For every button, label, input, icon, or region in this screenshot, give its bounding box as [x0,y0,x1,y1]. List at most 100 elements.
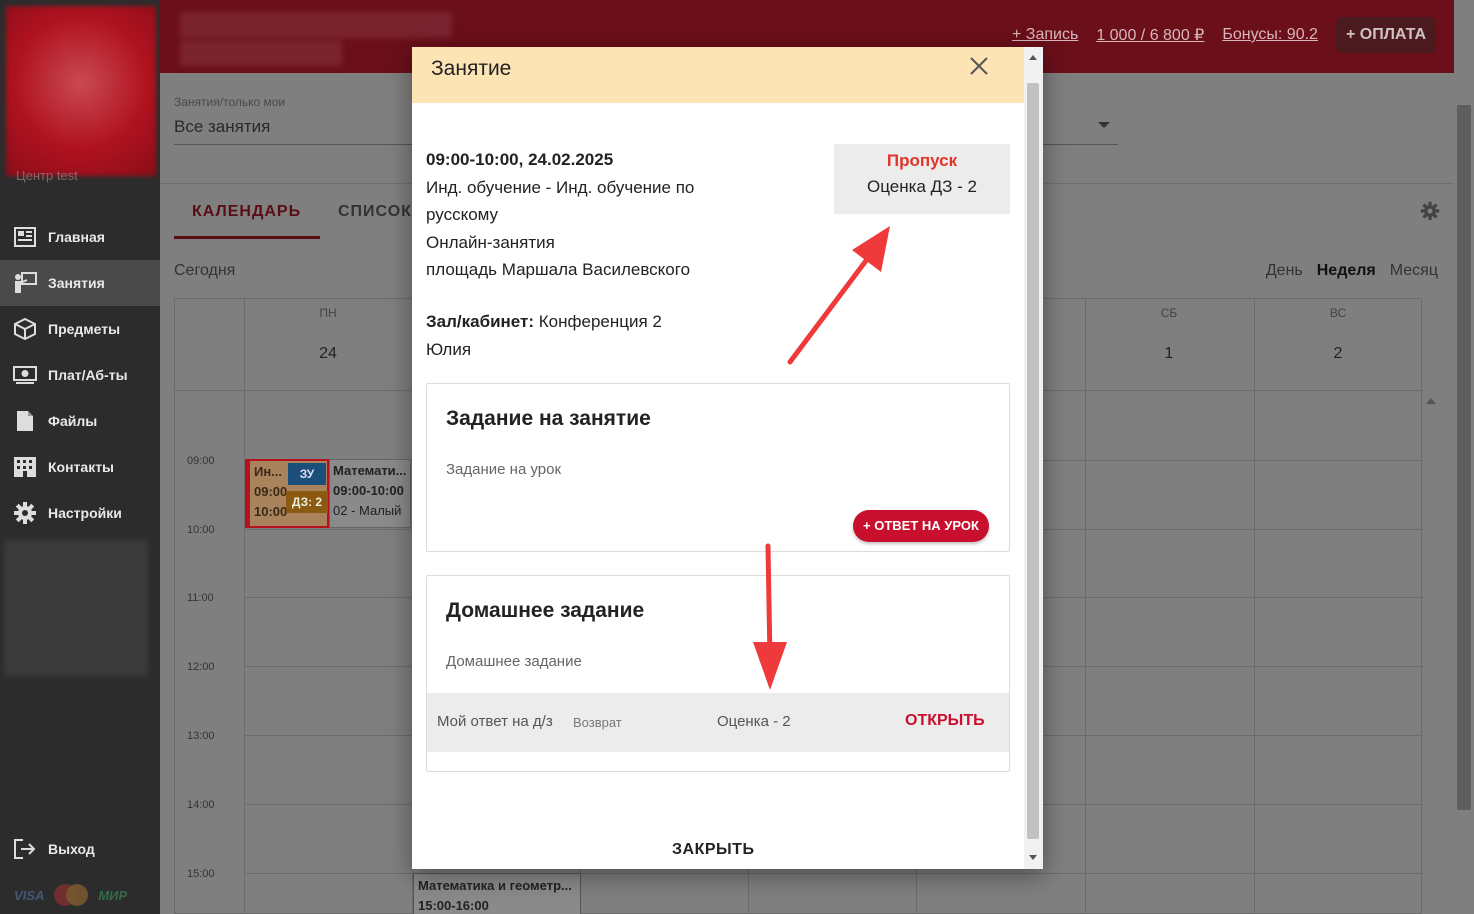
tab-list[interactable]: СПИСОК [338,203,412,221]
event-time: 15:00-16:00 [418,898,489,913]
day-name: ВС [1329,306,1347,320]
sidebar-item-label: Занятия [48,275,105,291]
time-label: 14:00 [187,799,215,811]
answer-grade: Оценка - 2 [717,713,791,730]
mir-logo: МИР [98,887,128,903]
mastercard-logo [54,884,89,906]
lesson-datetime: 09:00-10:00, 24.02.2025 [426,150,614,169]
view-day[interactable]: День [1266,262,1303,280]
money-icon [12,363,38,387]
lesson-format: Онлайн-занятия [426,232,555,252]
active-tab-indicator [174,236,320,239]
visa-logo: VISA [14,887,45,903]
card-title: Домашнее задание [446,599,645,622]
time-label: 09:00 [187,455,215,467]
sidebar-item-label: Файлы [48,413,98,429]
lesson-task-card: Задание на занятие Задание на урок + ОТВ… [426,383,1010,552]
sidebar-item-settings[interactable]: Настройки [0,490,160,536]
sidebar-item-lessons[interactable]: Занятия [0,260,160,306]
tab-calendar[interactable]: КАЛЕНДАРЬ [192,203,301,221]
day-name: ПН [319,306,337,320]
grid-line [1254,299,1255,914]
calendar-event[interactable]: Математика и геометр... 15:00-16:00 [413,873,581,914]
day-number[interactable]: 24 [244,345,412,363]
scroll-up-icon[interactable] [1029,55,1037,60]
homework-card: Домашнее задание Домашнее задание Мой от… [426,575,1010,772]
time-label: 12:00 [187,661,215,673]
blurred-title [180,12,452,38]
teacher-name: Юлия [426,340,472,359]
grid-line [1085,299,1086,914]
org-logo[interactable] [6,6,156,176]
day-number[interactable]: 1 [1085,345,1253,363]
view-month[interactable]: Месяц [1390,262,1438,280]
scroll-down-icon[interactable] [1029,855,1037,860]
second-filter-underline [1043,144,1118,145]
lesson-info: 09:00-10:00, 24.02.2025 Инд. обучение - … [426,146,756,284]
sidebar-item-label: Плат/Аб-ты [48,367,128,383]
sidebar-item-home[interactable]: Главная [0,214,160,260]
filter-label: Занятия/только мои [174,95,286,109]
view-week[interactable]: Неделя [1317,262,1376,280]
sidebar-nav: Главная Занятия Предметы Плат/Аб-ты Файл… [0,214,160,536]
sidebar-item-files[interactable]: Файлы [0,398,160,444]
lesson-course: Инд. обучение - Инд. обучение по русском… [426,177,695,225]
logout-button[interactable]: Выход [0,826,160,872]
sidebar-item-contacts[interactable]: Контакты [0,444,160,490]
event-title: Математика и геометр... [418,878,572,893]
answer-status: Возврат [573,715,622,730]
sidebar: Центр test Главная Занятия Предметы Плат… [0,0,160,914]
day-number[interactable]: 2 [1254,345,1422,363]
sidebar-item-subjects[interactable]: Предметы [0,306,160,352]
file-icon [12,409,38,433]
calendar-scroll-up-icon[interactable] [1426,398,1436,404]
lessons-filter-select[interactable]: Все занятия [174,117,270,137]
absence-status: Пропуск [886,151,958,170]
sidebar-item-payments[interactable]: Плат/Аб-ты [0,352,160,398]
close-icon[interactable] [968,55,990,77]
calendar-event[interactable]: Математи... 09:00-10:00 02 - Малый [329,459,411,528]
calendar-settings-icon[interactable] [1420,201,1440,226]
lesson-location: площадь Маршала Василевского [426,260,691,279]
card-text: Задание на урок [446,461,562,478]
building-icon [12,455,38,479]
dialog-scrollbar[interactable] [1024,47,1043,869]
time-label: 11:00 [187,592,214,604]
dialog-title: Занятие [431,57,512,80]
sidebar-item-label: Настройки [48,505,122,521]
event-badge: ЗУ [288,463,326,485]
hall-label: Зал/кабинет: [426,312,535,331]
answer-label: Мой ответ на д/з [437,713,553,730]
dialog-header: Занятие [412,47,1024,103]
page-scrollbar-thumb[interactable] [1457,105,1471,810]
time-label: 15:00 [187,868,215,880]
attendance-status-box: Пропуск Оценка ДЗ - 2 [834,144,1010,214]
blurred-panel [4,540,148,676]
view-switcher: День Неделя Месяц [1266,262,1438,280]
close-dialog-button[interactable]: ЗАКРЫТЬ [672,841,754,859]
time-label: 10:00 [187,524,215,536]
dialog-scrollbar-thumb[interactable] [1027,83,1039,839]
today-button[interactable]: Сегодня [174,262,235,280]
pay-button[interactable]: + ОПЛАТА [1335,17,1436,53]
dropdown-arrow-icon[interactable] [1098,122,1110,128]
blurred-subtitle [180,40,342,66]
event-title: Математи... [333,463,407,478]
sidebar-item-label: Контакты [48,459,115,475]
add-record-link[interactable]: + Запись [1012,26,1078,44]
card-text: Домашнее задание [446,653,582,670]
filter-underline [174,144,418,145]
gear-icon [12,501,38,525]
header-links: + Запись 1 000 / 6 800 ₽ Бонусы: 90.2 + … [1012,17,1436,53]
event-time: 09:00-10:00 [333,483,404,498]
balance-link[interactable]: 1 000 / 6 800 ₽ [1096,25,1204,45]
answer-lesson-button[interactable]: + ОТВЕТ НА УРОК [853,510,989,542]
open-answer-button[interactable]: ОТКРЫТЬ [905,712,985,730]
homework-grade: Оценка ДЗ - 2 [867,177,977,196]
sidebar-item-label: Главная [48,229,105,245]
teacher-board-icon [12,271,38,295]
bonuses-link[interactable]: Бонусы: 90.2 [1222,26,1318,44]
homework-badge: ДЗ: 2 [286,491,328,513]
org-name: Центр test [16,168,78,183]
calendar-event[interactable]: Ин... 09:00 10:00 ЗУ ДЗ: 2 [245,459,329,528]
